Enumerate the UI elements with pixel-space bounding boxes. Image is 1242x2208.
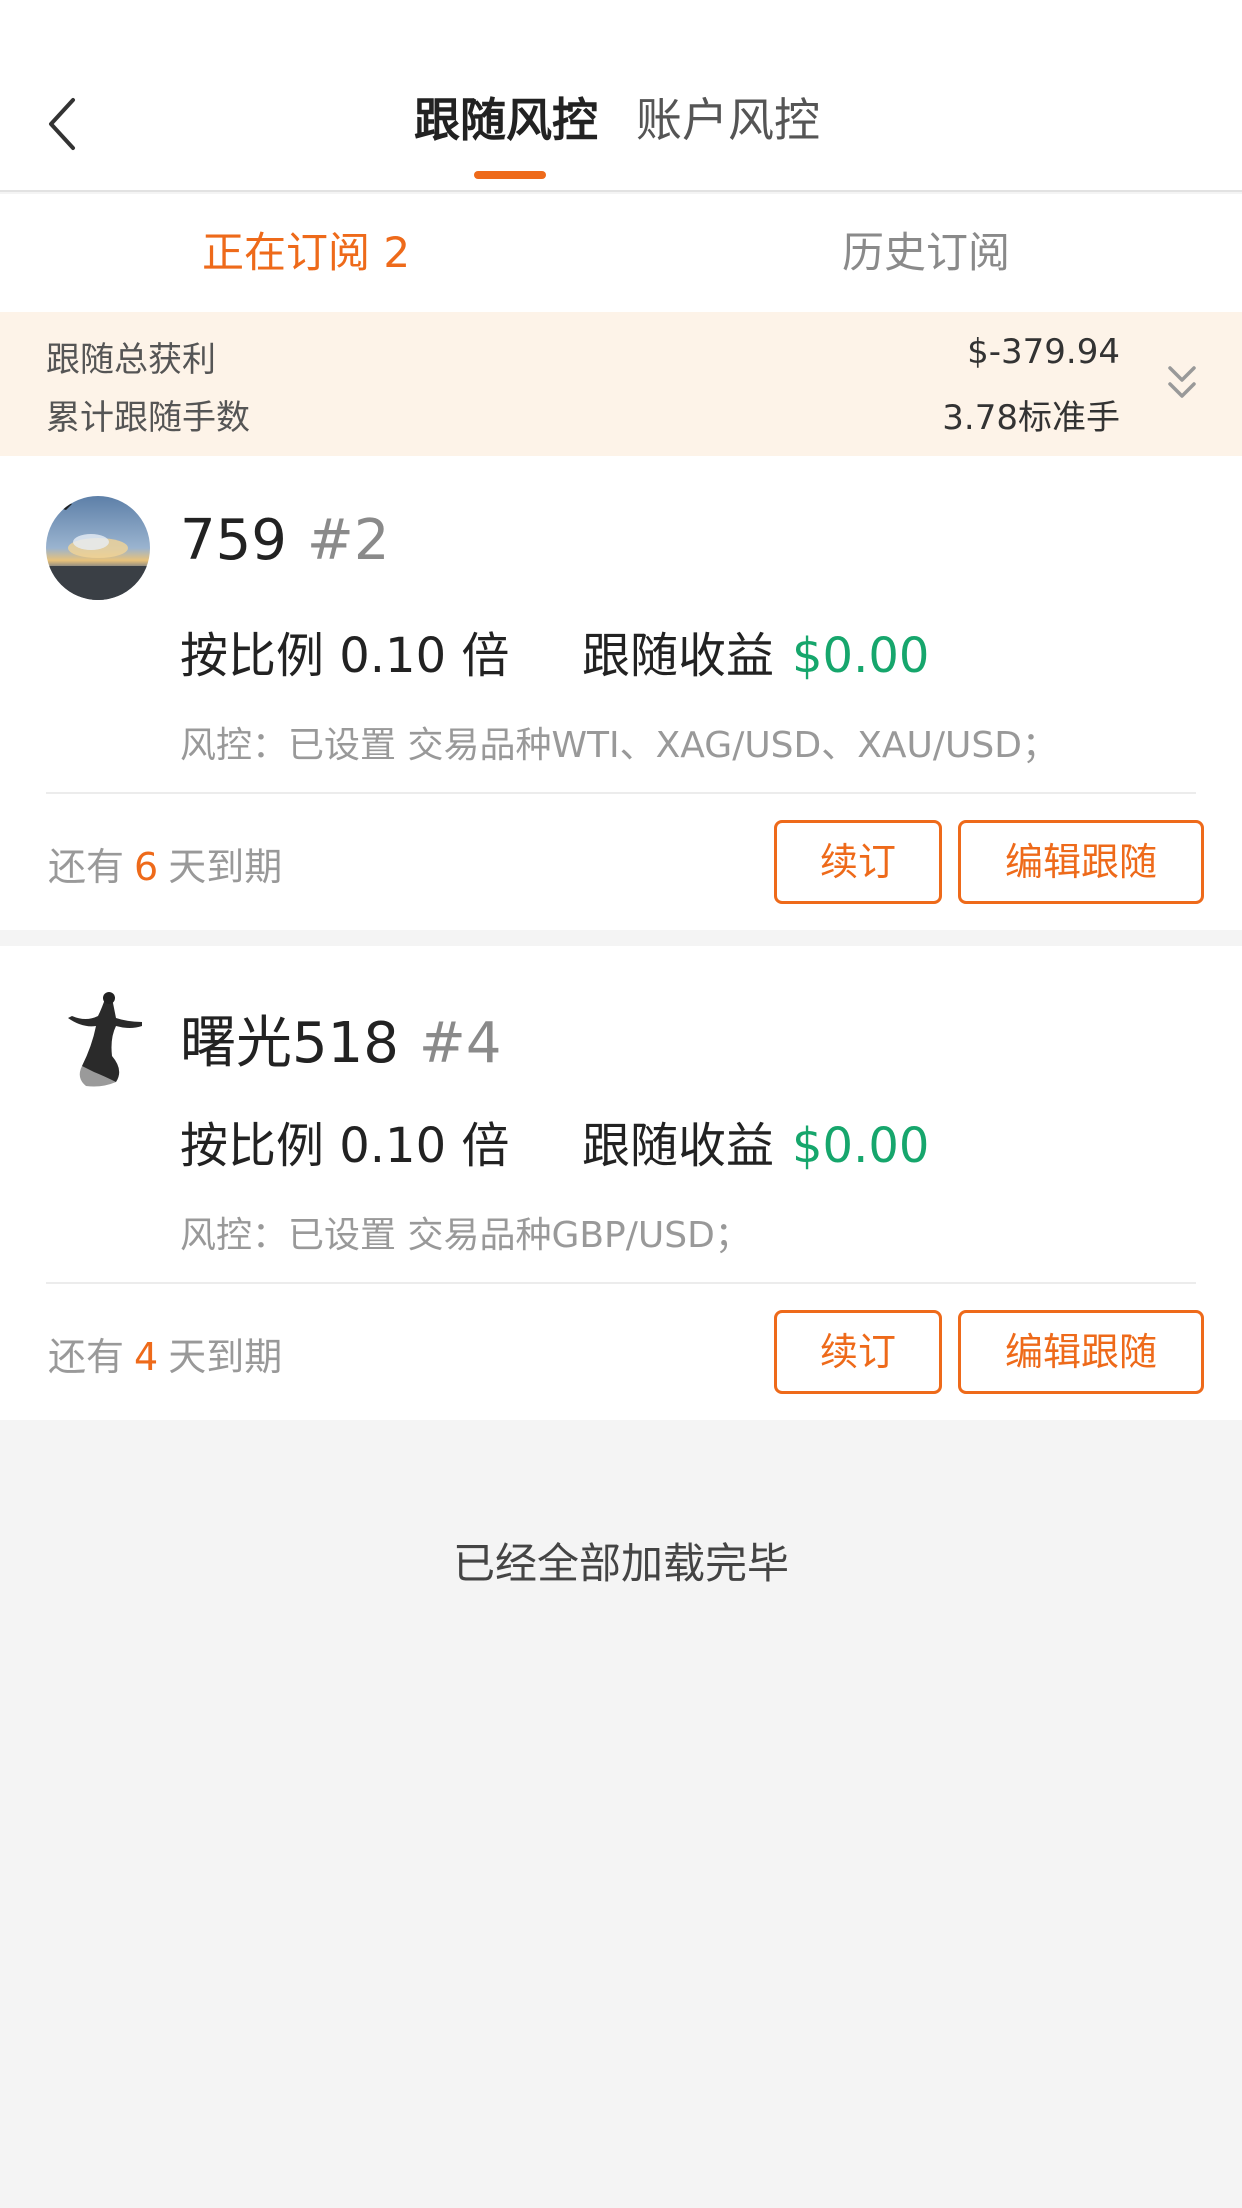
expiry-prefix: 还有 bbox=[48, 845, 125, 889]
active-tab-indicator bbox=[474, 171, 546, 179]
back-button[interactable] bbox=[40, 92, 84, 156]
double-chevron-down-icon[interactable] bbox=[1162, 356, 1202, 412]
follow-summary-panel[interactable]: 跟随总获利 $-379.94 累计跟随手数 3.78标准手 bbox=[0, 312, 1242, 456]
expiry-suffix: 天到期 bbox=[168, 1335, 283, 1379]
follow-profit: 跟随收益 $0.00 bbox=[582, 616, 929, 686]
subscription-card: 曙光518 #4 按比例 0.10 倍 跟随收益 $0.00 风控：已设置 交易品种… bbox=[0, 946, 1242, 1420]
follow-profit-label: 跟随收益 bbox=[582, 1118, 775, 1174]
top-nav-bar: 跟随风控 账户风控 bbox=[0, 0, 1242, 192]
total-profit-value: $-379.94 bbox=[967, 332, 1120, 372]
follow-profit: 跟随收益 $0.00 bbox=[582, 1106, 929, 1176]
expiry-info: 还有 6 天到期 bbox=[48, 836, 282, 891]
tab-account-risk-control[interactable]: 账户风控 bbox=[636, 88, 820, 152]
follow-profit-label: 跟随收益 bbox=[582, 628, 775, 684]
follow-profit-value: $0.00 bbox=[792, 628, 930, 684]
follow-profit-value: $0.00 bbox=[792, 1118, 930, 1174]
follow-ratio: 按比例 0.10 倍 bbox=[180, 1118, 510, 1174]
tab-active-subscriptions[interactable]: 正在订阅 2 bbox=[202, 194, 410, 312]
trader-name[interactable]: 759 #2 bbox=[180, 508, 389, 573]
total-lots-value: 3.78标准手 bbox=[942, 398, 1120, 438]
total-profit-label: 跟随总获利 bbox=[46, 340, 216, 380]
subscription-card: 759 #2 按比例 0.10 倍 跟随收益 $0.00 风控：已设置 交易品种WT… bbox=[0, 456, 1242, 930]
edit-follow-button[interactable]: 编辑跟随 bbox=[958, 1310, 1204, 1394]
renew-button[interactable]: 续订 bbox=[774, 1310, 942, 1394]
trader-name-text: 曙光518 bbox=[180, 1011, 399, 1076]
tab-history-subscriptions[interactable]: 历史订阅 bbox=[842, 194, 1010, 312]
divider bbox=[46, 792, 1196, 794]
trader-rank: #2 bbox=[306, 508, 390, 573]
expiry-days: 6 bbox=[134, 845, 159, 889]
subscription-tabs: 正在订阅 2 历史订阅 bbox=[0, 194, 1242, 312]
avatar[interactable] bbox=[46, 496, 150, 600]
all-loaded-message: 已经全部加载完毕 bbox=[452, 1539, 789, 1588]
edit-follow-button[interactable]: 编辑跟随 bbox=[958, 820, 1204, 904]
expiry-suffix: 天到期 bbox=[168, 845, 283, 889]
risk-control-info: 风控：已设置 交易品种WTI、XAG/USD、XAU/USD； bbox=[180, 725, 1058, 766]
risk-control-info: 风控：已设置 交易品种GBP/USD； bbox=[180, 1215, 751, 1256]
total-lots-label: 累计跟随手数 bbox=[46, 398, 250, 438]
trader-name-text: 759 bbox=[180, 508, 287, 573]
follow-ratio: 按比例 0.10 倍 bbox=[180, 628, 510, 684]
trader-name[interactable]: 曙光518 #4 bbox=[180, 998, 501, 1079]
renew-button[interactable]: 续订 bbox=[774, 820, 942, 904]
expiry-days: 4 bbox=[134, 1335, 159, 1379]
trader-rank: #4 bbox=[418, 1011, 502, 1076]
chevron-left-icon bbox=[49, 98, 75, 150]
avatar[interactable] bbox=[46, 986, 150, 1090]
tab-follow-risk-control[interactable]: 跟随风控 bbox=[414, 88, 598, 152]
expiry-info: 还有 4 天到期 bbox=[48, 1326, 282, 1381]
divider bbox=[46, 1282, 1196, 1284]
expiry-prefix: 还有 bbox=[48, 1335, 125, 1379]
